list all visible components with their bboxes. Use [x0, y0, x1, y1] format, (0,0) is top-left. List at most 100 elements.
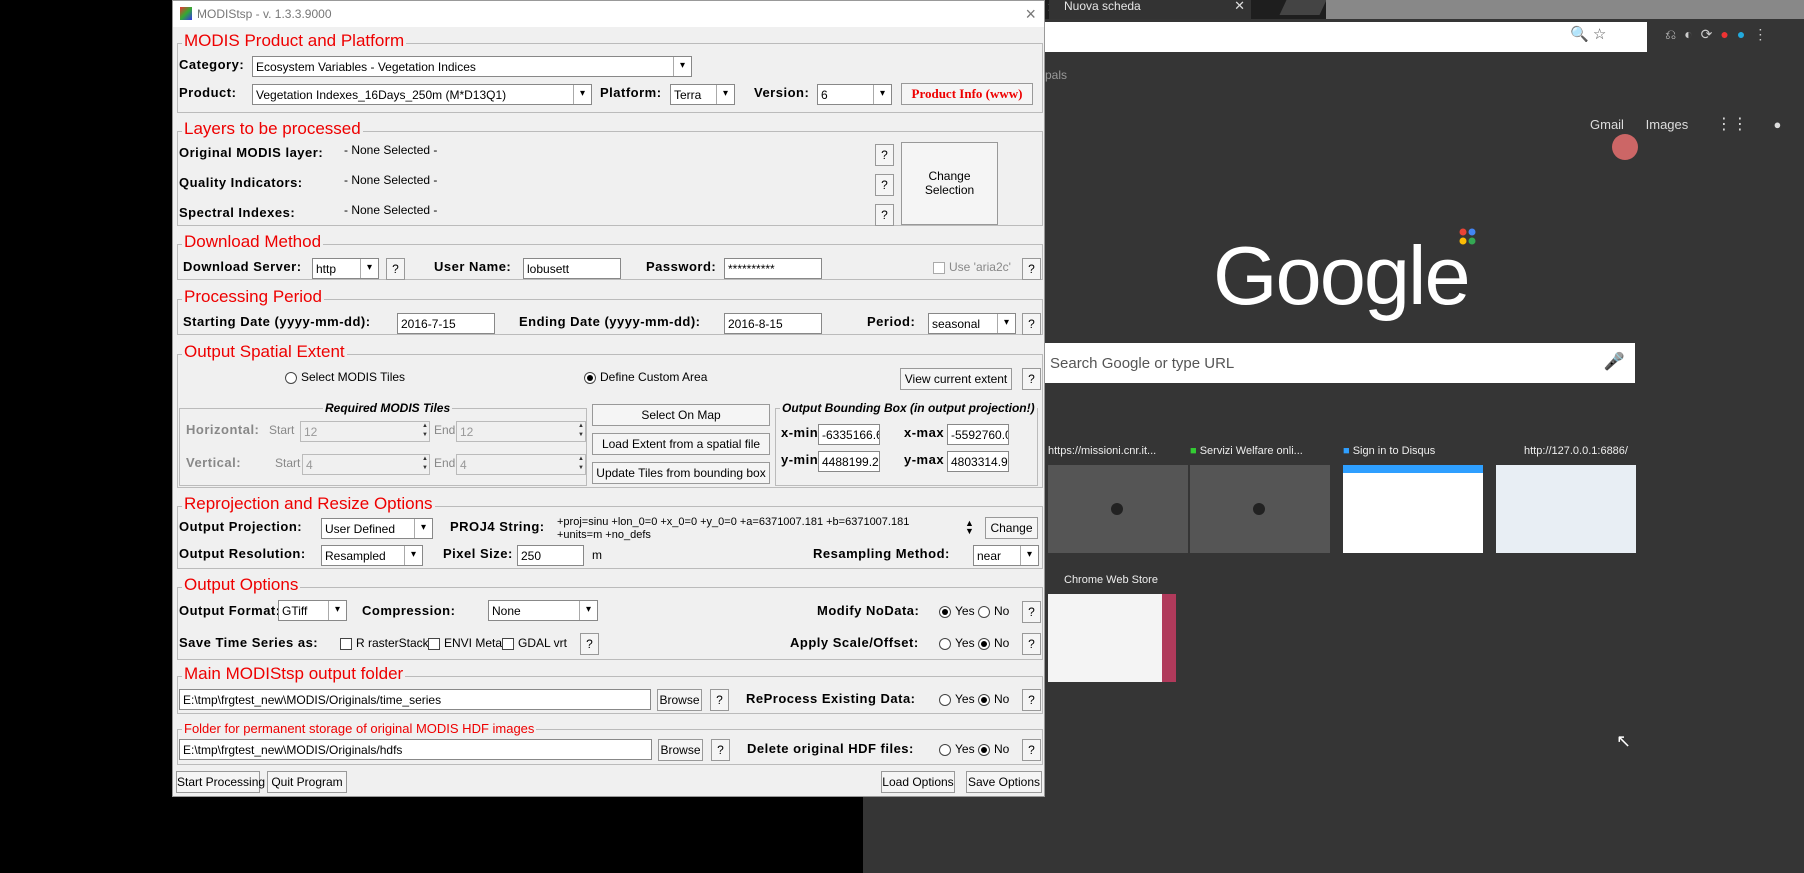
shortcut-tile[interactable]: Chrome Web Store — [1048, 574, 1176, 682]
xmin-input[interactable]: -6335166.6 — [818, 424, 880, 445]
format-select[interactable]: GTiff ▾ — [278, 600, 347, 621]
ymax-input[interactable]: 4803314.9 — [947, 451, 1009, 472]
h-start-input[interactable]: 12 ▲ ▼ — [300, 421, 430, 442]
version-select[interactable]: 6 ▾ — [817, 84, 892, 105]
radio-icon — [978, 637, 990, 650]
tab-close-icon[interactable]: ✕ — [1234, 0, 1245, 12]
nodata-yes-radio[interactable]: Yes — [939, 604, 975, 618]
start-date-input[interactable]: 2016-7-15 — [397, 313, 495, 334]
extensions-bar[interactable]: ⎌ ◐ ⟳ ● ● ⋮ — [1665, 26, 1804, 48]
help-button[interactable]: ? — [1022, 739, 1041, 761]
select-tiles-radio[interactable]: Select MODIS Tiles — [285, 370, 405, 384]
tile-favicon-icon: ■ — [1343, 445, 1350, 457]
help-button[interactable]: ? — [1022, 633, 1041, 655]
microphone-icon[interactable]: 🎤 — [1604, 352, 1625, 372]
resolution-select[interactable]: Resampled ▾ — [321, 545, 423, 566]
browse-button[interactable]: Browse — [658, 739, 703, 761]
xmax-input[interactable]: -5592760.0 — [947, 424, 1009, 445]
hdf-folder-input[interactable]: E:\tmp\frgtest_new\MODIS/Originals/hdfs — [179, 739, 652, 760]
scale-yes-radio[interactable]: Yes — [939, 636, 975, 650]
aria2c-label: Use 'aria2c' — [949, 260, 1011, 274]
help-button[interactable]: ? — [875, 174, 894, 196]
help-button[interactable]: ? — [1022, 601, 1041, 623]
change-projection-button[interactable]: Change — [985, 517, 1038, 539]
resampling-select[interactable]: near ▾ — [973, 545, 1039, 566]
product-select[interactable]: Vegetation Indexes_16Days_250m (M*D13Q1)… — [252, 84, 592, 105]
adblock-icon[interactable]: ● — [1720, 26, 1728, 48]
gdal-checkbox[interactable]: GDAL vrt — [502, 636, 567, 650]
load-extent-button[interactable]: Load Extent from a spatial file — [592, 433, 770, 455]
shortcut-tile[interactable]: ■ Sign in to Disqus — [1343, 445, 1483, 553]
spinner-icon[interactable]: ▲ ▼ — [577, 422, 585, 441]
close-icon[interactable]: × — [1025, 4, 1036, 25]
quit-program-button[interactable]: Quit Program — [267, 771, 347, 793]
nodata-no-radio[interactable]: No — [978, 604, 1009, 618]
rasterstack-checkbox[interactable]: R rasterStack — [340, 636, 429, 650]
help-button[interactable]: ? — [875, 144, 894, 166]
category-select[interactable]: Ecosystem Variables - Vegetation Indices… — [252, 56, 692, 77]
tab-new[interactable]: Nuova scheda ✕ — [1049, 0, 1251, 19]
help-button[interactable]: ? — [711, 739, 730, 761]
help-button[interactable]: ? — [875, 204, 894, 226]
shortcut-tile[interactable]: https://missioni.cnr.it... — [1048, 445, 1188, 553]
menu-icon[interactable]: ⋮ — [1753, 26, 1767, 48]
end-date-input[interactable]: 2016-8-15 — [724, 313, 822, 334]
server-select[interactable]: http ▾ — [312, 258, 379, 279]
username-input[interactable]: lobusett — [523, 258, 621, 279]
shortcut-tile[interactable]: http://127.0.0.1:6886/ — [1496, 445, 1636, 553]
help-button[interactable]: ? — [1022, 689, 1041, 711]
select-on-map-button[interactable]: Select On Map — [592, 404, 770, 426]
help-button[interactable]: ? — [1022, 313, 1041, 335]
delete-no-radio[interactable]: No — [978, 742, 1009, 756]
scale-no-radio[interactable]: No — [978, 636, 1009, 650]
shortcut-tile[interactable]: ■ Servizi Welfare onli... — [1190, 445, 1330, 553]
scroll-arrows-icon[interactable]: ▲ ▼ — [965, 519, 974, 536]
change-selection-button[interactable]: Change Selection — [901, 142, 998, 225]
extension-icon[interactable]: ◐ — [1684, 26, 1692, 48]
update-tiles-button[interactable]: Update Tiles from bounding box — [592, 462, 770, 484]
password-input[interactable]: ********** — [724, 258, 822, 279]
new-tab-button[interactable] — [1279, 0, 1327, 15]
platform-select[interactable]: Terra ▾ — [670, 84, 735, 105]
output-folder-input[interactable]: E:\tmp\frgtest_new\MODIS/Originals/time_… — [179, 689, 651, 710]
skype-icon[interactable]: ● — [1737, 26, 1745, 48]
spinner-icon[interactable]: ▲ ▼ — [421, 455, 429, 474]
v-start-input[interactable]: 4 ▲ ▼ — [302, 454, 430, 475]
gmail-link[interactable]: Gmail — [1590, 117, 1624, 132]
view-extent-button[interactable]: View current extent — [900, 368, 1012, 390]
spinner-icon[interactable]: ▲ ▼ — [421, 422, 429, 441]
start-date-label: Starting Date (yyyy-mm-dd): — [183, 314, 371, 329]
help-button[interactable]: ? — [710, 689, 729, 711]
images-link[interactable]: Images — [1646, 117, 1689, 132]
extension-icon[interactable]: ⟳ — [1701, 26, 1713, 48]
pixel-size-input[interactable]: 250 — [517, 545, 584, 566]
extension-icon[interactable]: ⎌ — [1665, 26, 1676, 48]
save-options-button[interactable]: Save Options — [966, 771, 1042, 793]
period-select[interactable]: seasonal ▾ — [928, 313, 1016, 334]
load-options-button[interactable]: Load Options — [881, 771, 955, 793]
help-button[interactable]: ? — [580, 633, 599, 655]
delete-yes-radio[interactable]: Yes — [939, 742, 975, 756]
notifications-icon[interactable]: ● — [1774, 117, 1782, 132]
avatar[interactable] — [1612, 134, 1638, 160]
reprocess-no-radio[interactable]: No — [978, 692, 1009, 706]
h-end-input[interactable]: 12 ▲ ▼ — [456, 421, 586, 442]
aria2c-checkbox[interactable]: Use 'aria2c' — [933, 260, 1011, 274]
custom-area-radio[interactable]: Define Custom Area — [584, 370, 707, 384]
help-button[interactable]: ? — [1022, 368, 1041, 390]
help-button[interactable]: ? — [1022, 258, 1041, 280]
product-info-button[interactable]: Product Info (www) — [901, 83, 1033, 105]
browse-button[interactable]: Browse — [657, 689, 702, 711]
reprocess-yes-radio[interactable]: Yes — [939, 692, 975, 706]
compression-select[interactable]: None ▾ — [488, 600, 598, 621]
v-end-input[interactable]: 4 ▲ ▼ — [456, 454, 586, 475]
help-button[interactable]: ? — [386, 258, 405, 280]
envi-checkbox[interactable]: ENVI Meta — [428, 636, 502, 650]
ymin-input[interactable]: 4488199.2 — [818, 451, 880, 472]
search-input[interactable]: Search Google or type URL 🎤 — [1040, 343, 1635, 383]
start-processing-button[interactable]: Start Processing — [176, 771, 265, 793]
zoom-icon[interactable]: 🔍 ☆ — [1570, 25, 1606, 43]
spinner-icon[interactable]: ▲ ▼ — [577, 455, 585, 474]
projection-select[interactable]: User Defined ▾ — [321, 518, 433, 539]
apps-icon[interactable]: ⋮⋮ — [1716, 116, 1748, 133]
